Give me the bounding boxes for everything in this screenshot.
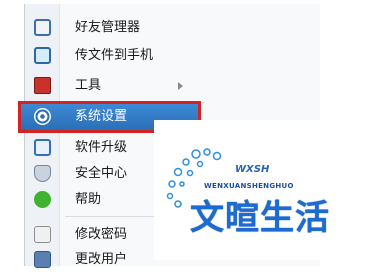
phone-icon [34, 47, 51, 64]
menu-item-send-file-to-phone[interactable]: 传文件到手机 [25, 44, 320, 68]
menu-separator [65, 102, 205, 103]
friends-icon [34, 19, 51, 36]
menu-item-label: 工具 [75, 78, 102, 93]
menu-item-label: 修改密码 [75, 227, 128, 242]
menu-item-label: 更改用户 [75, 252, 128, 267]
menu-item-label: 安全中心 [75, 166, 128, 181]
menu-item-label: 帮助 [75, 192, 102, 207]
toolbox-icon [34, 77, 51, 94]
menu-item-friend-manager[interactable]: 好友管理器 [25, 16, 320, 40]
menu-item-label: 软件升级 [75, 140, 128, 155]
logo-initials: WXSH [235, 164, 270, 175]
menu-item-label: 系统设置 [75, 109, 128, 124]
logo-caption: WENXUANSHENGHUO [204, 182, 294, 190]
lock-icon [34, 226, 51, 243]
shield-icon [34, 165, 51, 182]
menu-item-tools[interactable]: 工具 [25, 74, 320, 98]
menu-item-label: 传文件到手机 [75, 48, 154, 63]
menu-item-label: 好友管理器 [75, 20, 141, 35]
gear-icon [34, 108, 51, 125]
help-icon [34, 191, 51, 208]
submenu-arrow-icon [178, 82, 183, 90]
watermark-logo: WXSH WENXUANSHENGHUO 文暄生活 [154, 120, 362, 260]
logo-title: 文暄生活 [190, 198, 330, 238]
upgrade-icon [34, 139, 51, 156]
